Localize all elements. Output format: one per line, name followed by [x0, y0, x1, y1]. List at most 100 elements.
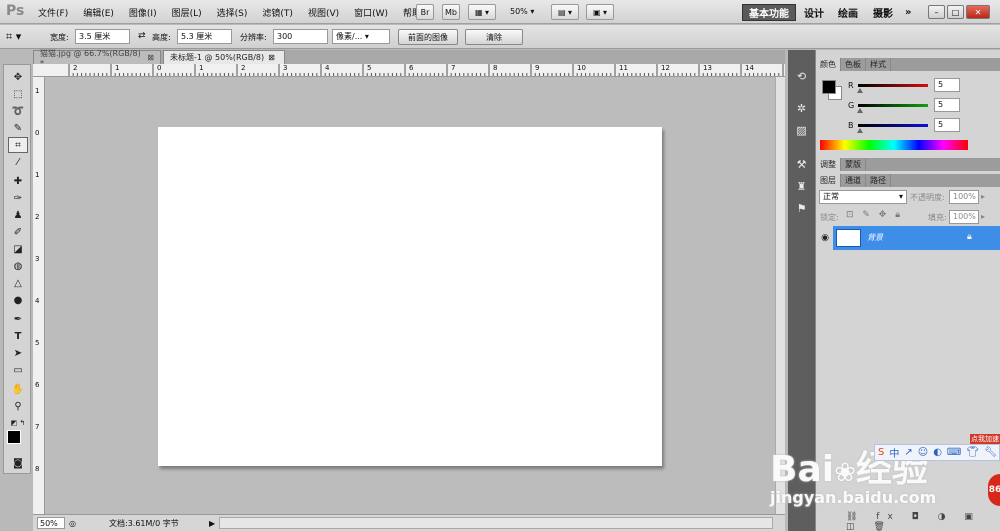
blend-mode-select[interactable]: 正常 ▾	[819, 190, 907, 204]
marquee-tool-icon[interactable]: ⬚	[8, 86, 28, 102]
swap-colors-icon[interactable]: ◩ ↰	[8, 415, 28, 431]
pen-tool-icon[interactable]: ✒	[8, 311, 28, 327]
menu-edit[interactable]: 编辑(E)	[83, 6, 114, 19]
opacity-arrow-icon[interactable]: ▸	[981, 192, 985, 201]
layers-footer-icons[interactable]: ⛓ fx ◘ ◑ ▣ ◫ 🗑︎	[846, 512, 1000, 531]
brush-tool-icon[interactable]: ✑	[8, 190, 28, 206]
channel-g-handle[interactable]	[857, 108, 863, 113]
shape-tool-icon[interactable]: ▭	[8, 362, 28, 378]
workspace-more-button[interactable]: »	[899, 4, 917, 21]
color-spectrum-bar[interactable]	[820, 140, 968, 150]
tab-layers[interactable]: 图层	[816, 174, 841, 187]
ime-skin-icon[interactable]: 👕︎	[966, 447, 979, 458]
eyedropper-tool-icon[interactable]: ⁄	[8, 154, 28, 170]
workspace-painting[interactable]: 绘画	[832, 4, 864, 21]
zoom-level-dropdown[interactable]: 50% ▾	[510, 7, 534, 16]
maximize-button[interactable]: □	[947, 5, 964, 19]
quick-mask-icon[interactable]: ◙	[8, 455, 28, 471]
menu-image[interactable]: 图像(I)	[129, 6, 157, 19]
clear-button[interactable]: 清除	[465, 29, 523, 45]
tab-styles[interactable]: 样式	[866, 58, 891, 71]
eye-icon[interactable]: ◉	[817, 226, 833, 250]
workspace-essentials[interactable]: 基本功能	[742, 4, 796, 21]
speedup-badge[interactable]: 点我加速	[970, 434, 1000, 444]
ime-tools-icon[interactable]: 🔧︎	[984, 447, 997, 458]
status-menu-arrow-icon[interactable]: ▶	[209, 517, 215, 529]
minimize-button[interactable]: –	[928, 5, 945, 19]
lock-icons[interactable]: ⊡ ✎ ✥ 🔒︎	[846, 210, 903, 220]
menu-view[interactable]: 视图(V)	[308, 6, 339, 19]
status-info-icon[interactable]: ◎	[69, 517, 76, 529]
doc-tab-cat[interactable]: 猫猫.jpg @ 66.7%(RGB/8) * ⊠	[33, 49, 161, 68]
menu-window[interactable]: 窗口(W)	[354, 6, 388, 19]
channel-r-handle[interactable]	[857, 88, 863, 93]
front-image-button[interactable]: 前面的图像	[398, 29, 458, 45]
history-panel-icon[interactable]: ⟲	[793, 68, 810, 85]
opacity-input[interactable]: 100%	[949, 190, 979, 204]
workspace-design[interactable]: 设计	[798, 4, 830, 21]
lasso-tool-icon[interactable]: ➰	[8, 103, 28, 119]
document-canvas[interactable]	[158, 127, 662, 466]
crop-tool-preset-icon[interactable]: ⌗ ▾	[6, 30, 21, 44]
hand-tool-icon[interactable]: ✋	[8, 381, 28, 397]
dodge-tool-icon[interactable]: ●	[8, 292, 28, 308]
foreground-color-swatch[interactable]	[7, 430, 21, 444]
ime-keyboard-icon[interactable]: ⌨	[947, 447, 961, 458]
type-tool-icon[interactable]: T	[8, 328, 28, 344]
crop-tool-icon[interactable]: ⌗	[8, 137, 28, 153]
resolution-unit-select[interactable]: 像素/... ▾	[332, 29, 390, 44]
menu-filter[interactable]: 滤镜(T)	[262, 6, 293, 19]
close-button[interactable]: ✕	[966, 5, 990, 19]
fill-input[interactable]: 100%	[949, 210, 979, 224]
paint-bucket-tool-icon[interactable]: ◍	[8, 258, 28, 274]
channel-b-input[interactable]: 5	[934, 118, 960, 132]
brush-preset-panel-icon[interactable]: ⚒	[793, 156, 810, 173]
status-zoom-input[interactable]: 50%	[37, 517, 65, 529]
history-brush-tool-icon[interactable]: ✐	[8, 224, 28, 240]
actions-panel-icon[interactable]: ⚑	[793, 200, 810, 217]
horizontal-scrollbar[interactable]	[219, 517, 773, 529]
ime-punct-icon[interactable]: ↗	[904, 447, 912, 458]
clone-source-panel-icon[interactable]: ♜	[793, 178, 810, 195]
channel-g-slider[interactable]	[858, 104, 928, 107]
path-selection-tool-icon[interactable]: ➤	[8, 345, 28, 361]
width-input[interactable]: 3.5 厘米	[75, 29, 130, 44]
doc-tab-untitled[interactable]: 未标题-1 @ 50%(RGB/8) ⊠	[163, 50, 285, 64]
view-extras-button[interactable]: ▦ ▾	[468, 4, 496, 20]
tab-channels[interactable]: 通道	[841, 174, 866, 187]
workspace-photography[interactable]: 摄影	[867, 4, 899, 21]
tab-swatches[interactable]: 色板	[841, 58, 866, 71]
tab-adjustments[interactable]: 调整	[816, 158, 841, 171]
ime-emoji-icon[interactable]: ☺	[918, 447, 928, 458]
close-icon[interactable]: ⊠	[147, 53, 154, 62]
channel-r-input[interactable]: 5	[934, 78, 960, 92]
layer-row-background[interactable]: ◉ 背景 🔒︎	[817, 226, 1000, 250]
minibridge-button[interactable]: Mb	[442, 4, 460, 20]
channel-g-input[interactable]: 5	[934, 98, 960, 112]
resolution-input[interactable]: 300	[273, 29, 328, 44]
menu-select[interactable]: 选择(S)	[217, 6, 248, 19]
navigator-panel-icon[interactable]: ✲	[793, 100, 810, 117]
ime-voice-icon[interactable]: ◐	[933, 447, 942, 458]
fill-arrow-icon[interactable]: ▸	[981, 212, 985, 221]
move-tool-icon[interactable]: ✥	[8, 69, 28, 85]
zoom-tool-icon[interactable]: ⚲	[8, 398, 28, 414]
stamp-tool-icon[interactable]: ♟	[8, 207, 28, 223]
color-fg-swatch[interactable]	[822, 80, 836, 94]
speedup-counter[interactable]: 86	[988, 474, 1000, 506]
menu-file[interactable]: 文件(F)	[38, 6, 68, 19]
tab-color[interactable]: 颜色	[816, 58, 841, 71]
arrange-docs-button[interactable]: ▤ ▾	[551, 4, 579, 20]
info-panel-icon[interactable]: ▨	[793, 122, 810, 139]
blur-tool-icon[interactable]: △	[8, 275, 28, 291]
close-icon[interactable]: ⊠	[268, 53, 275, 62]
eraser-tool-icon[interactable]: ◪	[8, 241, 28, 257]
ime-logo-icon[interactable]: S	[878, 447, 884, 458]
swap-dimensions-icon[interactable]: ⇄	[138, 31, 146, 41]
ime-toolbar[interactable]: S 中 ↗ ☺ ◐ ⌨ 👕︎ 🔧︎	[874, 444, 1000, 461]
tab-masks[interactable]: 蒙版	[841, 158, 866, 171]
channel-b-handle[interactable]	[857, 128, 863, 133]
channel-r-slider[interactable]	[858, 84, 928, 87]
tab-paths[interactable]: 路径	[866, 174, 891, 187]
height-input[interactable]: 5.3 厘米	[177, 29, 232, 44]
